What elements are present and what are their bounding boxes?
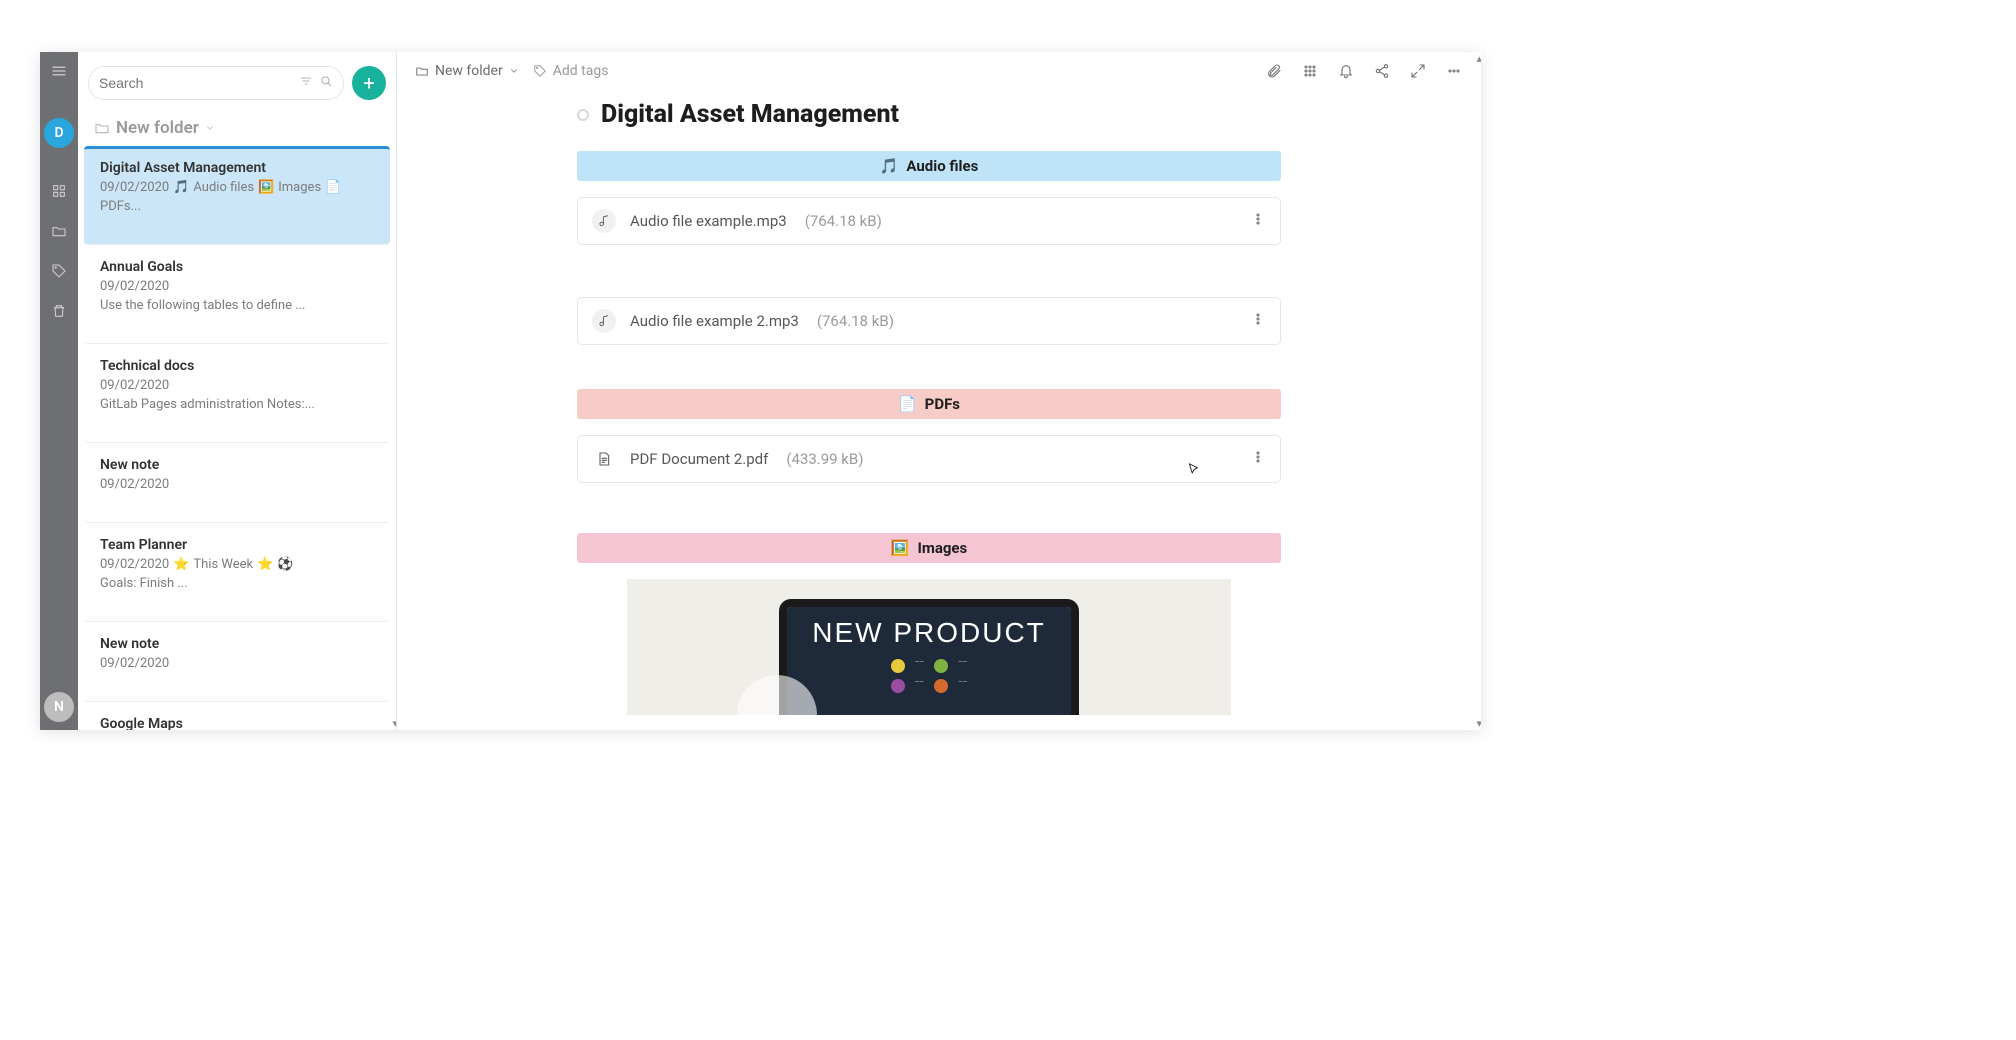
list-header: +: [78, 52, 396, 110]
new-note-button[interactable]: +: [352, 66, 386, 100]
breadcrumb-label: New folder: [435, 63, 503, 79]
image-headline: NEW PRODUCT: [812, 617, 1046, 649]
file-card[interactable]: PDF Document 2.pdf (433.99 kB): [577, 435, 1281, 483]
add-tags-label: Add tags: [553, 63, 609, 79]
hamburger-icon[interactable]: [48, 60, 70, 82]
file-name: Audio file example.mp3: [630, 212, 787, 230]
note-title: Technical docs: [100, 358, 374, 374]
note-meta: 09/02/2020 GitLab Pages administration N…: [100, 378, 374, 412]
toolbar-right: [1265, 62, 1463, 80]
doc-status-dot[interactable]: [577, 109, 589, 121]
more-horizontal-icon[interactable]: [1445, 62, 1463, 80]
more-vertical-icon[interactable]: [1250, 211, 1266, 231]
scroll-down-icon[interactable]: ▾: [392, 717, 396, 730]
apps-icon[interactable]: [1301, 62, 1319, 80]
audio-file-icon: [592, 309, 616, 333]
note-title: Digital Asset Management: [100, 160, 374, 176]
note-meta: 09/02/2020 🎵 Audio files 🖼️ Images 📄 PDF…: [100, 180, 374, 214]
grid-icon[interactable]: [48, 180, 70, 202]
toolbar-left: New folder Add tags: [415, 63, 608, 79]
avatar-bottom[interactable]: N: [44, 692, 74, 722]
bell-icon[interactable]: [1337, 62, 1355, 80]
doc-content: 🎵 Audio files Audio file example.mp3 (76…: [577, 151, 1281, 715]
page-title: Digital Asset Management: [601, 100, 899, 129]
laptop-illustration: NEW PRODUCT —— —— —— ——: [779, 599, 1079, 715]
tag-icon[interactable]: [48, 260, 70, 282]
folder-header[interactable]: New folder: [78, 110, 396, 146]
music-note-icon: 🎵: [880, 157, 899, 175]
note-list[interactable]: Digital Asset Management 09/02/2020 🎵 Au…: [78, 146, 396, 730]
note-item[interactable]: Digital Asset Management 09/02/2020 🎵 Au…: [84, 146, 390, 245]
file-card[interactable]: Audio file example.mp3 (764.18 kB): [577, 197, 1281, 245]
note-item[interactable]: Technical docs 09/02/2020 GitLab Pages a…: [84, 344, 390, 443]
more-vertical-icon[interactable]: [1250, 449, 1266, 469]
note-meta: 09/02/2020 ⭐ This Week ⭐ ⚽ Goals: Finish…: [100, 557, 374, 591]
notes-panel: + New folder Digital Asset Management 09…: [78, 52, 397, 730]
image-preview: NEW PRODUCT —— —— —— ——: [627, 579, 1231, 715]
file-name: Audio file example 2.mp3: [630, 312, 799, 330]
editor-toolbar: New folder Add tags: [397, 52, 1481, 80]
note-meta: 09/02/2020: [100, 477, 374, 492]
expand-icon[interactable]: [1409, 62, 1427, 80]
image-grid: —— —— —— ——: [891, 659, 968, 693]
avatar-top[interactable]: D: [44, 118, 74, 148]
section-label: Audio files: [906, 157, 978, 175]
chevron-down-icon: [509, 66, 519, 76]
search-box[interactable]: [88, 66, 344, 100]
note-title: New note: [100, 457, 374, 473]
side-rail: D N: [40, 52, 78, 730]
section-label: Images: [917, 539, 967, 557]
trash-icon[interactable]: [48, 300, 70, 322]
note-title: Annual Goals: [100, 259, 374, 275]
section-audio: 🎵 Audio files: [577, 151, 1281, 181]
breadcrumb[interactable]: New folder: [415, 63, 519, 79]
note-title: Google Maps: [100, 716, 374, 730]
search-input[interactable]: [99, 75, 293, 91]
note-item[interactable]: Google Maps 09/02/2020: [84, 702, 390, 730]
attachment-icon[interactable]: [1265, 62, 1283, 80]
file-name: PDF Document 2.pdf: [630, 450, 768, 468]
file-size: (433.99 kB): [786, 450, 863, 468]
note-item[interactable]: Team Planner 09/02/2020 ⭐ This Week ⭐ ⚽ …: [84, 523, 390, 622]
pdf-file-icon: [592, 447, 616, 471]
note-meta: 09/02/2020: [100, 656, 374, 671]
doc-area: Digital Asset Management 🎵 Audio files A…: [397, 80, 1481, 730]
folder-icon[interactable]: [48, 220, 70, 242]
section-pdfs: 📄 PDFs: [577, 389, 1281, 419]
note-title: Team Planner: [100, 537, 374, 553]
folder-outline-icon: [94, 120, 110, 136]
search-icon[interactable]: [319, 74, 333, 92]
image-attachment[interactable]: ⋯ NEW PRODUCT —— —— —— ——: [627, 579, 1231, 715]
note-item[interactable]: Annual Goals 09/02/2020 Use the followin…: [84, 245, 390, 344]
file-size: (764.18 kB): [817, 312, 894, 330]
section-images: 🖼️ Images: [577, 533, 1281, 563]
scroll-up-icon[interactable]: ▴: [1476, 52, 1481, 65]
file-card[interactable]: Audio file example 2.mp3 (764.18 kB): [577, 297, 1281, 345]
folder-header-label: New folder: [116, 118, 199, 138]
editor: New folder Add tags Digital Ass: [397, 52, 1481, 730]
scroll-icon: 📄: [898, 395, 917, 413]
note-meta: 09/02/2020 Use the following tables to d…: [100, 279, 374, 313]
section-label: PDFs: [925, 395, 960, 413]
chevron-down-icon: [205, 123, 215, 133]
tag-outline-icon: [533, 64, 547, 78]
app-window: D N +: [40, 52, 1481, 730]
folder-outline-icon: [415, 64, 429, 78]
scrollbar[interactable]: ▴ ▾: [1473, 52, 1481, 730]
scroll-down-icon[interactable]: ▾: [1476, 717, 1481, 730]
note-item[interactable]: New note 09/02/2020: [84, 622, 390, 702]
audio-file-icon: [592, 209, 616, 233]
filter-icon[interactable]: [299, 74, 313, 92]
share-icon[interactable]: [1373, 62, 1391, 80]
picture-icon: 🖼️: [891, 539, 910, 557]
file-size: (764.18 kB): [805, 212, 882, 230]
note-item[interactable]: New note 09/02/2020: [84, 443, 390, 523]
add-tags-button[interactable]: Add tags: [533, 63, 609, 79]
note-title: New note: [100, 636, 374, 652]
doc-title-row: Digital Asset Management: [577, 100, 1281, 129]
more-vertical-icon[interactable]: [1250, 311, 1266, 331]
